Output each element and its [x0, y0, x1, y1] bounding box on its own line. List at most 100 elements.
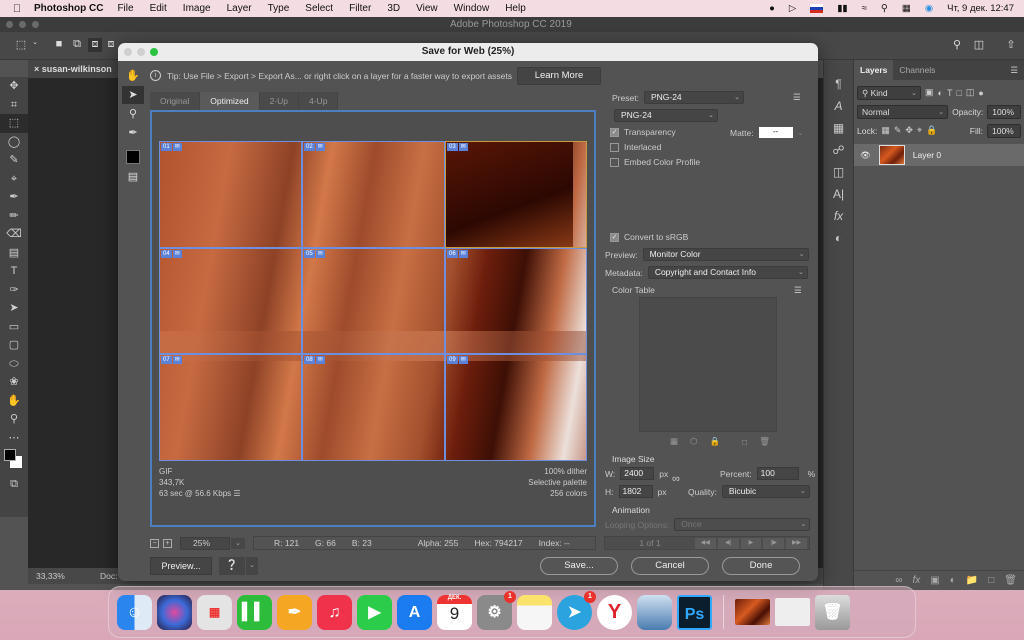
add-selection-icon[interactable]: ⧉: [70, 38, 84, 52]
language-flag-icon[interactable]: [810, 4, 824, 13]
character-panel-icon[interactable]: A: [824, 96, 853, 116]
share-icon[interactable]: ⇧: [1004, 38, 1018, 52]
spotlight-search-icon[interactable]: ⚲: [881, 3, 888, 14]
layer-filter-select[interactable]: ⚲ Kind ⌄: [857, 85, 921, 100]
menu-layer[interactable]: Layer: [227, 3, 252, 14]
color-swatches[interactable]: [0, 447, 28, 475]
ellipse-tool-icon[interactable]: ⬭: [0, 355, 28, 374]
creative-cloud-icon[interactable]: ●: [769, 3, 775, 14]
dock-system-preferences[interactable]: ⚙ 1: [477, 590, 516, 630]
app-menu[interactable]: Photoshop CC: [34, 3, 103, 14]
marquee-preset-icon[interactable]: ⬚: [14, 38, 28, 52]
tab-4-up[interactable]: 4-Up: [299, 92, 339, 110]
quality-select[interactable]: Bicubic ⌄: [721, 485, 810, 498]
eraser-tool-icon[interactable]: ⌫: [0, 225, 28, 244]
artboard-tool-icon[interactable]: ⌗: [0, 96, 28, 115]
intersect-selection-icon[interactable]: ⧈: [104, 38, 118, 52]
adjustments-panel-icon[interactable]: ◐: [824, 228, 853, 248]
menu-filter[interactable]: Filter: [349, 3, 371, 14]
hand-tool-icon[interactable]: ✋: [122, 67, 144, 85]
preset-select[interactable]: PNG-24 ⌄: [643, 91, 744, 104]
close-tab-icon[interactable]: ×: [34, 64, 39, 74]
filter-adjustment-icon[interactable]: ◐: [938, 88, 943, 98]
filter-type-icon[interactable]: T: [947, 88, 953, 98]
lock-position-icon[interactable]: ✥: [905, 125, 913, 136]
tab-layers[interactable]: Layers: [854, 60, 894, 80]
zoom-tool-icon[interactable]: ⚲: [122, 105, 144, 123]
filter-smart-icon[interactable]: ◫: [966, 87, 975, 98]
battery-icon[interactable]: ▮▮: [837, 3, 847, 14]
panel-menu-icon[interactable]: ☰: [1004, 60, 1024, 80]
menu-view[interactable]: View: [416, 3, 438, 14]
new-group-icon[interactable]: 📁: [966, 575, 978, 586]
visibility-eye-icon[interactable]: 👁: [860, 150, 871, 161]
quick-select-tool-icon[interactable]: ✎: [0, 151, 28, 170]
link-layers-icon[interactable]: ∞: [895, 575, 902, 586]
minimize-window-button[interactable]: [19, 21, 26, 28]
filter-toggle-icon[interactable]: ●: [978, 88, 983, 98]
web-shift-icon[interactable]: ⬡: [690, 436, 697, 447]
new-color-icon[interactable]: □: [742, 437, 747, 447]
dock-recent-document[interactable]: [775, 598, 810, 626]
search-icon[interactable]: ⚲: [950, 38, 964, 52]
dock-calendar[interactable]: ДЕК. 9: [437, 594, 472, 630]
fill-input[interactable]: 100%: [987, 123, 1021, 138]
layer-style-icon[interactable]: fx: [913, 575, 921, 586]
pen-tool-icon[interactable]: ✑: [0, 281, 28, 300]
zoom-in-button[interactable]: +: [163, 538, 172, 548]
filter-pixel-icon[interactable]: ▣: [925, 87, 934, 98]
dock-preview[interactable]: [637, 594, 672, 630]
width-input[interactable]: 2400: [620, 467, 655, 480]
more-tools-icon[interactable]: ⋯: [0, 429, 28, 448]
dock-music[interactable]: ♫: [317, 594, 352, 630]
document-tab[interactable]: × susan-wilkinson: [28, 60, 128, 78]
slice[interactable]: 04 ✉: [159, 248, 302, 354]
add-mask-icon[interactable]: ▣: [930, 575, 939, 586]
convert-srgb-checkbox[interactable]: ✓: [610, 232, 619, 242]
subtract-selection-icon[interactable]: ⧈: [88, 38, 102, 52]
dialog-zoom-button[interactable]: [150, 48, 158, 56]
glyphs-panel-icon[interactable]: A|: [824, 184, 853, 204]
menu-3d[interactable]: 3D: [387, 3, 400, 14]
dock-yandex-browser[interactable]: Y: [597, 594, 632, 630]
constrain-proportions-link-icon[interactable]: ∞: [672, 473, 680, 485]
preview-browser-icon[interactable]: ❔: [219, 557, 245, 575]
tab-optimized[interactable]: Optimized: [200, 92, 260, 110]
dock-photoshop[interactable]: Ps: [677, 594, 712, 630]
slice[interactable]: 01 ✉: [159, 141, 302, 248]
save-button[interactable]: Save...: [540, 557, 618, 575]
workspace-icon[interactable]: ◫: [972, 38, 986, 52]
lock-all-icon[interactable]: 🔒: [926, 125, 937, 136]
map-transparent-icon[interactable]: ▦: [670, 436, 678, 447]
foreground-color-swatch[interactable]: [4, 449, 16, 461]
eyedropper-color-swatch[interactable]: [126, 150, 140, 164]
adjustment-layer-icon[interactable]: ◐: [950, 575, 956, 586]
custom-shape-tool-icon[interactable]: ❀: [0, 373, 28, 392]
menu-help[interactable]: Help: [505, 3, 526, 14]
rounded-rect-tool-icon[interactable]: ▢: [0, 336, 28, 355]
libraries-panel-icon[interactable]: ▦: [824, 118, 853, 138]
lock-transparent-icon[interactable]: ▦: [881, 125, 890, 136]
zoom-level-select[interactable]: 25% ⌄: [180, 536, 245, 550]
hand-tool-icon[interactable]: ✋: [0, 392, 28, 411]
dock-app-store[interactable]: A: [397, 594, 432, 630]
clock[interactable]: Чт, 9 дек. 12:47: [947, 3, 1014, 14]
layer-name[interactable]: Layer 0: [913, 150, 941, 160]
new-selection-icon[interactable]: ■: [52, 38, 66, 52]
dock-facetime[interactable]: ▶: [357, 594, 392, 630]
dock-siri[interactable]: [157, 594, 192, 630]
dock-telegram[interactable]: ➤ 1: [557, 590, 596, 630]
slice[interactable]: 06 ✉: [445, 248, 587, 354]
zoom-out-button[interactable]: −: [150, 538, 159, 548]
paragraph-panel-icon[interactable]: ¶: [824, 74, 853, 94]
dock-launchpad[interactable]: ▦: [197, 594, 232, 630]
menu-image[interactable]: Image: [183, 3, 211, 14]
type-tool-icon[interactable]: T: [0, 262, 28, 281]
styles-panel-icon[interactable]: fx: [824, 206, 853, 226]
color-table[interactable]: [639, 297, 777, 432]
slice[interactable]: 07 ✉: [159, 354, 302, 461]
rectangle-tool-icon[interactable]: ▭: [0, 318, 28, 337]
slice-select-tool-icon[interactable]: ➤: [122, 86, 144, 104]
dock-notes[interactable]: [517, 594, 552, 630]
eyedropper-tool-icon[interactable]: ✒: [122, 124, 144, 142]
